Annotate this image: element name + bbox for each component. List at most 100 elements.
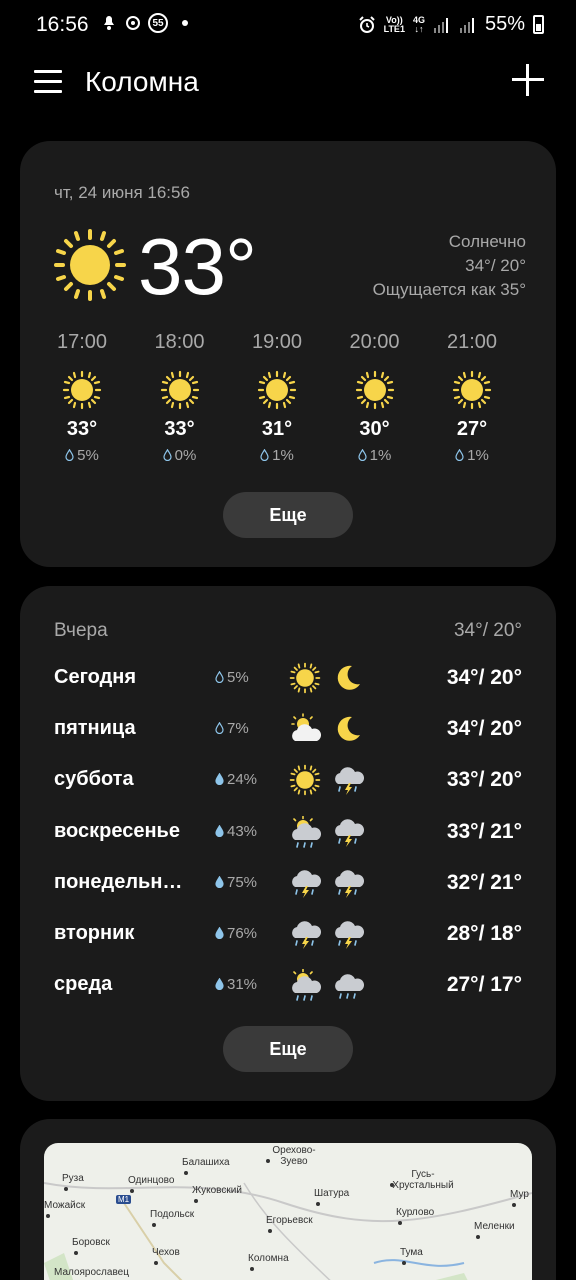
status-system-icons: Vo)) LTE1 4G ↓↑ 55%	[358, 13, 544, 36]
map-city-dot	[512, 1203, 516, 1207]
hourly-item: 20:00 30° 1%	[327, 331, 423, 464]
raindrop-icon	[215, 925, 227, 942]
raindrop-icon	[215, 771, 227, 788]
raindrop-icon	[260, 447, 272, 464]
map-city-dot	[268, 1229, 272, 1233]
map-city-dot	[266, 1159, 270, 1163]
daily-row[interactable]: пятница 7% 34°/ 20°	[20, 709, 556, 749]
day-temperature: 34°/ 20°	[446, 666, 522, 689]
current-condition-block: Солнечно 34°/ 20° Ощущается как 35°	[373, 230, 526, 302]
raindrop-icon	[358, 447, 370, 464]
thunderstorm-icon	[332, 816, 364, 848]
status-notification-icons: 55	[100, 13, 188, 33]
day-precipitation: 76%	[215, 925, 257, 942]
thunderstorm-icon	[332, 867, 364, 899]
daily-row[interactable]: суббота 24% 33°/ 20°	[20, 760, 556, 800]
thunderstorm-icon	[289, 867, 321, 899]
hour-temperature: 33°	[66, 418, 98, 440]
day-precipitation: 5%	[215, 669, 249, 686]
map-place-label: Подольск	[150, 1209, 195, 1220]
current-date: чт, 24 июня 16:56	[54, 183, 190, 202]
hour-temperature: 27°	[456, 418, 488, 440]
weather-map[interactable]: Балашиха Орехово-Зуево Руза Одинцово Жуковск…	[44, 1143, 532, 1280]
hour-time: 21:00	[446, 331, 498, 353]
map-place-label: Егорьевск	[266, 1215, 313, 1226]
city-title: Коломна	[85, 66, 199, 97]
volte-indicator: Vo)) LTE1	[383, 14, 405, 34]
hourly-item: 21:00 27° 1%	[424, 331, 520, 464]
daily-forecast-card[interactable]: Вчера 34°/ 20° Сегодня 5% 34°/ 20° пятница 7…	[20, 586, 556, 1101]
daily-row[interactable]: среда 31% 27°/ 17°	[20, 965, 556, 1005]
map-card[interactable]: Балашиха Орехово-Зуево Руза Одинцово Жуковск…	[20, 1119, 556, 1280]
current-temperature: 33°	[138, 222, 257, 311]
map-city-dot	[64, 1187, 68, 1191]
map-city-dot	[402, 1261, 406, 1265]
add-location-button[interactable]	[512, 64, 544, 96]
thunderstorm-icon	[332, 764, 364, 796]
daily-row[interactable]: воскресенье 43% 33°/ 21°	[20, 812, 556, 852]
map-city-dot	[476, 1235, 480, 1239]
menu-button[interactable]	[34, 68, 62, 94]
sun-icon	[54, 229, 126, 301]
sun-icon	[289, 764, 321, 796]
day-temperature: 28°/ 18°	[446, 922, 522, 945]
raindrop-icon	[215, 720, 227, 737]
sun-icon	[62, 370, 102, 410]
map-place-label: Мур	[510, 1189, 529, 1200]
daily-row[interactable]: Сегодня 5% 34°/ 20°	[20, 658, 556, 698]
raindrop-icon	[215, 874, 227, 891]
sun-icon	[452, 370, 492, 410]
day-name: Сегодня	[54, 666, 137, 688]
map-place-label: Боровск	[72, 1237, 110, 1248]
raindrop-icon	[215, 976, 227, 993]
hour-time: 20:00	[349, 331, 400, 353]
high-low-text: 34°/ 20°	[465, 256, 526, 275]
daily-row[interactable]: понедельн… 75% 32°/ 21°	[20, 863, 556, 903]
hour-time: 19:00	[251, 331, 303, 353]
hour-time: 18:00	[154, 331, 205, 353]
day-name: среда	[54, 973, 113, 996]
more-daily-button[interactable]: Еще	[223, 1026, 353, 1072]
hour-time: 17:00	[56, 331, 108, 353]
more-hourly-button[interactable]: Еще	[223, 492, 353, 538]
hour-precipitation: 1%	[424, 447, 520, 464]
battery-percent: 55%	[484, 13, 525, 35]
daily-row[interactable]: вторник 76% 28°/ 18°	[20, 914, 556, 954]
day-name: понедельн…	[54, 870, 183, 893]
sun-icon	[160, 370, 200, 410]
map-place-label: Меленки	[474, 1221, 515, 1232]
thunderstorm-icon	[332, 918, 364, 950]
hour-precipitation: 1%	[229, 447, 325, 464]
hourly-item: 18:00 33° 0%	[132, 331, 228, 464]
map-place-label: Тума	[400, 1247, 423, 1258]
sun-rain-icon	[289, 968, 321, 1001]
day-name: вторник	[54, 922, 135, 944]
day-precipitation: 75%	[215, 874, 257, 891]
map-place-label: Балашиха	[182, 1157, 230, 1168]
current-weather-card[interactable]: чт, 24 июня 16:56 33° Солнечно 34°/ 20° …	[20, 141, 556, 567]
day-name: пятница	[54, 717, 136, 740]
thunderstorm-icon	[289, 918, 321, 950]
network-4g-indicator: 4G ↓↑	[412, 14, 425, 34]
hourly-forecast[interactable]: 17:00 33° 5% 18:00 33° 0% 19:00 31° 1% 20:00 30° 1%…	[34, 331, 534, 471]
hour-temperature: 33°	[164, 418, 195, 440]
map-place-label: Руза	[62, 1173, 84, 1184]
day-temperature: 32°/ 21°	[446, 870, 522, 894]
day-temperature: 33°/ 21°	[446, 819, 522, 843]
day-name: воскресенье	[54, 819, 180, 842]
condition-text: Солнечно	[448, 232, 526, 251]
status-time: 16:56	[36, 13, 89, 36]
battery-icon	[533, 15, 544, 34]
hour-precipitation: 1%	[327, 447, 423, 464]
signal-icon	[433, 17, 448, 33]
day-temperature: 33°/ 20°	[446, 768, 522, 792]
map-place-label: M1	[116, 1195, 132, 1204]
feels-like-text: Ощущается как 35°	[372, 280, 526, 299]
sun-icon	[257, 370, 297, 410]
notification-count-badge: 55	[148, 13, 168, 33]
hour-temperature: 31°	[261, 418, 293, 440]
status-bar: 16:56 55 Vo)) LTE1 4G ↓↑ 55%	[0, 0, 576, 48]
day-precipitation: 24%	[215, 771, 257, 788]
bixby-icon	[126, 16, 140, 30]
map-city-dot	[184, 1171, 188, 1175]
